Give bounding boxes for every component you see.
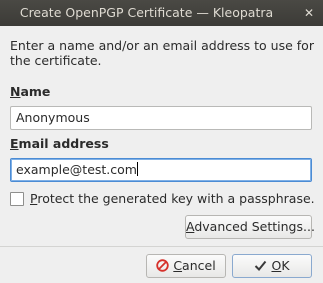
dialog-window: Create OpenPGP Certificate — Kleopatra ✕… [0,0,323,283]
name-label: Name [10,84,51,99]
title-bar: Create OpenPGP Certificate — Kleopatra ✕ [0,0,323,26]
ok-button[interactable]: OK [232,254,312,278]
passphrase-checkbox[interactable] [10,192,24,206]
button-separator [0,246,323,247]
email-field-value: example@test.com [16,162,137,177]
cancel-button[interactable]: Cancel [146,254,226,278]
email-field[interactable]: example@test.com [10,158,312,182]
cancel-icon [156,257,170,279]
name-field-value: Anonymous [16,110,90,125]
passphrase-label[interactable]: Protect the generated key with a passphr… [30,191,315,206]
email-label: Email address [10,136,109,151]
checkmark-icon [254,257,267,279]
advanced-settings-button[interactable]: Advanced Settings... [185,215,315,239]
intro-text: Enter a name and/or an email address to … [10,38,314,68]
window-title: Create OpenPGP Certificate — Kleopatra [19,5,274,20]
text-caret [136,162,138,176]
name-field[interactable]: Anonymous [10,106,312,130]
close-icon[interactable]: ✕ [302,6,316,20]
